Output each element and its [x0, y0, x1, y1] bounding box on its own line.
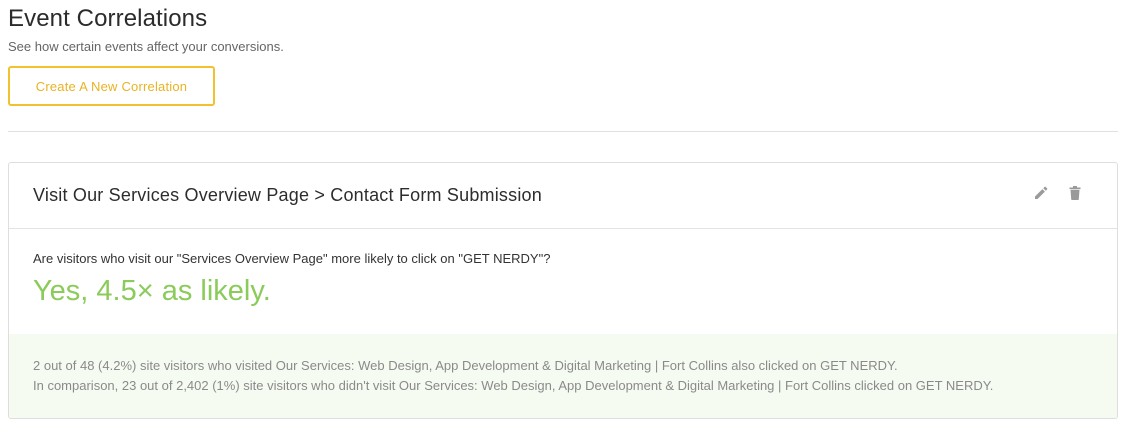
detail-line-visited: 2 out of 48 (4.2%) site visitors who vis… — [33, 358, 898, 373]
divider — [8, 131, 1118, 132]
page-subtitle: See how certain events affect your conve… — [8, 39, 284, 54]
detail-line-comparison: In comparison, 23 out of 2,402 (1%) site… — [33, 378, 994, 393]
correlation-card-header: Visit Our Services Overview Page > Conta… — [9, 163, 1117, 229]
pencil-icon[interactable] — [1031, 183, 1051, 203]
page-title: Event Correlations — [8, 5, 208, 32]
correlation-details: 2 out of 48 (4.2%) site visitors who vis… — [9, 334, 1117, 418]
event-correlations-page: Event Correlations See how certain event… — [0, 0, 1129, 428]
correlation-answer: Yes, 4.5× as likely. — [33, 275, 271, 307]
trash-icon[interactable] — [1065, 183, 1085, 203]
correlation-title: Visit Our Services Overview Page > Conta… — [33, 185, 542, 205]
correlation-card: Visit Our Services Overview Page > Conta… — [8, 162, 1118, 419]
correlation-question: Are visitors who visit our "Services Ove… — [33, 251, 551, 266]
create-correlation-button[interactable]: Create A New Correlation — [8, 66, 215, 106]
